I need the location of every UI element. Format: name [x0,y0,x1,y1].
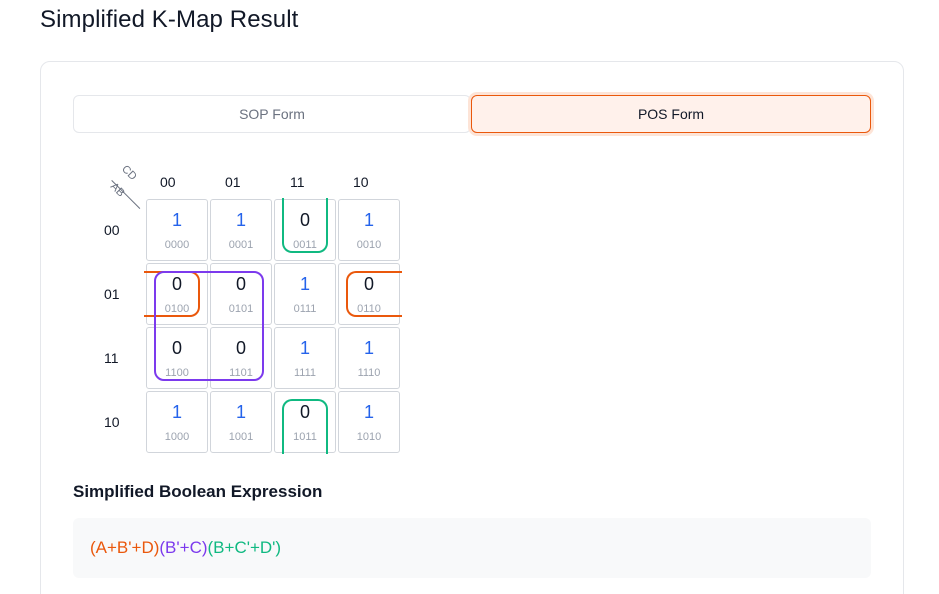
cell-value: 1 [235,210,246,230]
kmap-cell[interactable]: 0 0101 [210,263,272,325]
cell-minterm-bits: 1100 [165,367,189,379]
form-tabs: SOP Form POS Form [73,95,872,133]
kmap-cell[interactable]: 1 0111 [274,263,336,325]
kmap-row-label: 11 [104,350,119,366]
kmap-row-label: 01 [104,286,120,302]
cell-value: 1 [171,210,182,230]
expression-term: (B'+C) [159,538,208,557]
kmap-cell[interactable]: 1 0000 [146,199,208,261]
expression-box: (A+B'+D)(B'+C)(B+C'+D') [73,518,871,578]
kmap-col-label: 11 [290,174,305,190]
cell-value: 1 [299,274,310,294]
expression-title: Simplified Boolean Expression [73,482,323,501]
cell-value: 0 [299,402,310,422]
expression-term: (B+C'+D') [207,538,282,557]
cell-minterm-bits: 0110 [357,303,381,315]
cell-minterm-bits: 1001 [228,431,254,443]
kmap-cell[interactable]: 0 0110 [338,263,400,325]
cell-value: 1 [363,338,374,358]
cell-value: 0 [299,210,310,230]
kmap-cell[interactable]: 0 1011 [274,391,336,453]
cell-minterm-bits: 1000 [164,431,190,443]
kmap-col-label: 01 [225,174,241,190]
cell-minterm-bits: 0100 [164,303,190,315]
tab-sop-form[interactable]: SOP Form [73,95,471,133]
cell-value: 0 [235,274,246,294]
kmap-cell[interactable]: 0 0011 [274,199,336,261]
tab-pos-form[interactable]: POS Form [471,95,871,133]
kmap-cell[interactable]: 1 0010 [338,199,400,261]
cell-value: 1 [235,402,246,422]
cell-value: 0 [171,338,182,358]
kmap-row-label: 10 [104,414,120,430]
cell-minterm-bits: 1101 [229,367,253,379]
kmap-col-label: 10 [353,174,369,190]
page-title: Simplified K-Map Result [40,6,299,33]
cell-minterm-bits: 0011 [293,239,317,251]
kmap-row-label: 00 [104,222,120,238]
kmap-cell[interactable]: 0 1101 [210,327,272,389]
kmap-col-label: 00 [160,174,176,190]
cell-value: 0 [363,274,374,294]
kmap-cell[interactable]: 1 1110 [338,327,400,389]
expression-term: (A+B'+D) [90,538,160,557]
cell-minterm-bits: 1110 [357,367,381,379]
kmap-cell[interactable]: 0 1100 [146,327,208,389]
cell-minterm-bits: 1010 [356,431,382,443]
kmap-cell[interactable]: 1 1010 [338,391,400,453]
cell-minterm-bits: 1111 [293,367,317,379]
boolean-expression: (A+B'+D)(B'+C)(B+C'+D') [90,538,281,558]
kmap-cell[interactable]: 1 1001 [210,391,272,453]
kmap-cell[interactable]: 1 1111 [274,327,336,389]
cell-value: 0 [235,338,246,358]
kmap-cell[interactable]: 1 1000 [146,391,208,453]
cell-minterm-bits: 0101 [228,303,254,315]
cell-minterm-bits: 0000 [164,239,190,251]
cell-value: 1 [171,402,182,422]
kmap-cell[interactable]: 1 0001 [210,199,272,261]
cell-value: 1 [363,210,374,230]
cell-value: 1 [299,338,310,358]
cell-minterm-bits: 1011 [293,431,317,443]
kmap-cell[interactable]: 0 0100 [146,263,208,325]
cell-minterm-bits: 0010 [356,239,382,251]
cell-value: 0 [171,274,182,294]
cell-minterm-bits: 0111 [293,303,317,315]
cell-value: 1 [363,402,374,422]
cell-minterm-bits: 0001 [228,239,254,251]
